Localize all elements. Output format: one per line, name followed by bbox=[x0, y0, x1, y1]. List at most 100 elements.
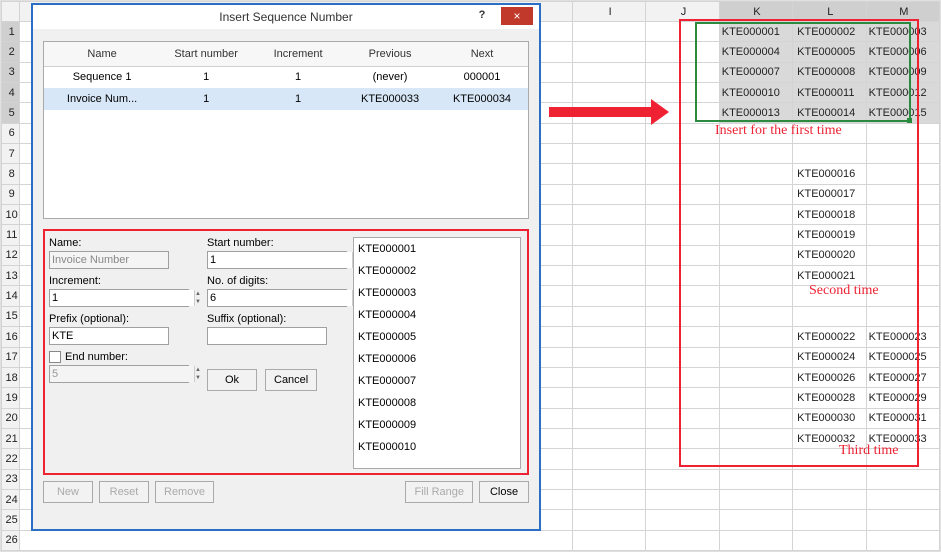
cell-I8[interactable] bbox=[572, 164, 645, 184]
cell-M10[interactable] bbox=[866, 205, 939, 225]
start-number-stepper[interactable]: ▲▼ bbox=[207, 251, 347, 269]
remove-button[interactable]: Remove bbox=[155, 481, 214, 503]
col-next[interactable]: Next bbox=[436, 42, 528, 66]
cell-K5[interactable]: KTE000013 bbox=[719, 103, 792, 123]
row-header-2[interactable]: 2 bbox=[2, 42, 20, 62]
cell-M4[interactable]: KTE000012 bbox=[866, 83, 939, 103]
close-icon[interactable]: × bbox=[501, 7, 533, 25]
cell-K9[interactable] bbox=[719, 184, 792, 204]
name-field[interactable] bbox=[49, 251, 169, 269]
cell-M23[interactable] bbox=[866, 469, 939, 489]
cell-L18[interactable]: KTE000026 bbox=[793, 367, 866, 387]
cell-L8[interactable]: KTE000016 bbox=[793, 164, 866, 184]
cell-K10[interactable] bbox=[719, 205, 792, 225]
row-header-4[interactable]: 4 bbox=[2, 83, 20, 103]
cell-L10[interactable]: KTE000018 bbox=[793, 205, 866, 225]
cell-K24[interactable] bbox=[719, 489, 792, 509]
row-header-13[interactable]: 13 bbox=[2, 266, 20, 286]
row-header-23[interactable]: 23 bbox=[2, 469, 20, 489]
cell-I6[interactable] bbox=[572, 123, 645, 143]
cell-M12[interactable] bbox=[866, 245, 939, 265]
row-header-16[interactable]: 16 bbox=[2, 327, 20, 347]
cell-I1[interactable] bbox=[572, 22, 645, 42]
cell-J16[interactable] bbox=[646, 327, 719, 347]
cell-I9[interactable] bbox=[572, 184, 645, 204]
cell-K2[interactable]: KTE000004 bbox=[719, 42, 792, 62]
row-header-6[interactable]: 6 bbox=[2, 123, 20, 143]
cell-I13[interactable] bbox=[572, 266, 645, 286]
cell-K1[interactable]: KTE000001 bbox=[719, 22, 792, 42]
cell-J3[interactable] bbox=[646, 62, 719, 82]
cell-L7[interactable] bbox=[793, 144, 866, 164]
cell-L5[interactable]: KTE000014 bbox=[793, 103, 866, 123]
suffix-field[interactable] bbox=[207, 327, 327, 345]
cell-I3[interactable] bbox=[572, 62, 645, 82]
cell-I15[interactable] bbox=[572, 306, 645, 326]
cell-K11[interactable] bbox=[719, 225, 792, 245]
cell-M25[interactable] bbox=[866, 510, 939, 530]
cell-J2[interactable] bbox=[646, 42, 719, 62]
row-header-3[interactable]: 3 bbox=[2, 62, 20, 82]
row-header-14[interactable]: 14 bbox=[2, 286, 20, 306]
row-header-12[interactable]: 12 bbox=[2, 245, 20, 265]
cell-M1[interactable]: KTE000003 bbox=[866, 22, 939, 42]
cell-M20[interactable]: KTE000031 bbox=[866, 408, 939, 428]
cell-K22[interactable] bbox=[719, 449, 792, 469]
row-header-1[interactable]: 1 bbox=[2, 22, 20, 42]
cell-I11[interactable] bbox=[572, 225, 645, 245]
column-header-J[interactable]: J bbox=[646, 2, 719, 22]
cell-I12[interactable] bbox=[572, 245, 645, 265]
increment-stepper[interactable]: ▲▼ bbox=[49, 289, 189, 307]
cell-M9[interactable] bbox=[866, 184, 939, 204]
cell-L20[interactable]: KTE000030 bbox=[793, 408, 866, 428]
help-button[interactable]: ? bbox=[467, 5, 497, 25]
cell-L9[interactable]: KTE000017 bbox=[793, 184, 866, 204]
column-header-M[interactable]: M bbox=[866, 2, 939, 22]
cell-M24[interactable] bbox=[866, 489, 939, 509]
cell-I20[interactable] bbox=[572, 408, 645, 428]
cell-K18[interactable] bbox=[719, 367, 792, 387]
new-button[interactable]: New bbox=[43, 481, 93, 503]
cell-K14[interactable] bbox=[719, 286, 792, 306]
cell-M11[interactable] bbox=[866, 225, 939, 245]
cell-M7[interactable] bbox=[866, 144, 939, 164]
row-header-11[interactable]: 11 bbox=[2, 225, 20, 245]
cell-K3[interactable]: KTE000007 bbox=[719, 62, 792, 82]
cell-K16[interactable] bbox=[719, 327, 792, 347]
cell-L12[interactable]: KTE000020 bbox=[793, 245, 866, 265]
cell-J1[interactable] bbox=[646, 22, 719, 42]
cell-M2[interactable]: KTE000006 bbox=[866, 42, 939, 62]
row-header-18[interactable]: 18 bbox=[2, 367, 20, 387]
row-header-9[interactable]: 9 bbox=[2, 184, 20, 204]
cell-M17[interactable]: KTE000025 bbox=[866, 347, 939, 367]
cell-L25[interactable] bbox=[793, 510, 866, 530]
cell-J6[interactable] bbox=[646, 123, 719, 143]
close-button[interactable]: Close bbox=[479, 481, 529, 503]
cell-J15[interactable] bbox=[646, 306, 719, 326]
cell-K17[interactable] bbox=[719, 347, 792, 367]
cell-K25[interactable] bbox=[719, 510, 792, 530]
cell-J21[interactable] bbox=[646, 428, 719, 448]
cell-K8[interactable] bbox=[719, 164, 792, 184]
cancel-button[interactable]: Cancel bbox=[265, 369, 317, 391]
cell-M15[interactable] bbox=[866, 306, 939, 326]
sequence-row[interactable]: Sequence 111(never)000001 bbox=[44, 66, 528, 88]
cell-J24[interactable] bbox=[646, 489, 719, 509]
cell-J14[interactable] bbox=[646, 286, 719, 306]
cell-I17[interactable] bbox=[572, 347, 645, 367]
col-increment[interactable]: Increment bbox=[252, 42, 344, 66]
cell-I14[interactable] bbox=[572, 286, 645, 306]
ok-button[interactable]: Ok bbox=[207, 369, 257, 391]
cell-K20[interactable] bbox=[719, 408, 792, 428]
col-start[interactable]: Start number bbox=[160, 42, 252, 66]
cell-I18[interactable] bbox=[572, 367, 645, 387]
cell-J7[interactable] bbox=[646, 144, 719, 164]
col-name[interactable]: Name bbox=[44, 42, 160, 66]
cell-J11[interactable] bbox=[646, 225, 719, 245]
cell-L11[interactable]: KTE000019 bbox=[793, 225, 866, 245]
row-header-10[interactable]: 10 bbox=[2, 205, 20, 225]
end-number-checkbox[interactable]: End number: bbox=[49, 351, 189, 363]
cell-L3[interactable]: KTE000008 bbox=[793, 62, 866, 82]
cell-L4[interactable]: KTE000011 bbox=[793, 83, 866, 103]
reset-button[interactable]: Reset bbox=[99, 481, 149, 503]
